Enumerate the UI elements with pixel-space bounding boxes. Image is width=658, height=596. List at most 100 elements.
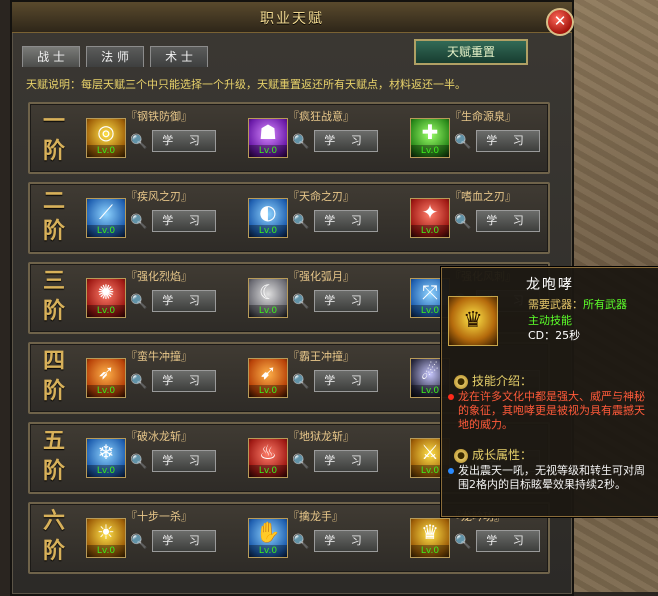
talent-skill: 『擒龙手』 ✋ Lv.0 🔍 学 习	[244, 508, 400, 568]
tier-label: 四阶	[34, 346, 74, 406]
window-titlebar[interactable]: 职业天赋	[12, 2, 572, 33]
tooltip-weapon-label: 需要武器：	[528, 298, 583, 311]
tab-warrior[interactable]: 战 士	[22, 46, 80, 67]
blue-bullet-icon	[448, 468, 454, 474]
learn-button[interactable]: 学 习	[476, 210, 540, 232]
tier-label-numeral: 五	[42, 428, 65, 454]
tier-label-suffix: 阶	[42, 298, 65, 324]
tier-label-suffix: 阶	[42, 538, 65, 564]
hell-dragon-icon[interactable]: ♨ Lv.0	[248, 438, 288, 478]
magnifier-icon[interactable]: 🔍	[292, 374, 309, 390]
magnifier-icon[interactable]: 🔍	[292, 214, 309, 230]
magnifier-icon[interactable]: 🔍	[454, 134, 471, 150]
learn-button[interactable]: 学 习	[314, 530, 378, 552]
magnifier-icon[interactable]: 🔍	[130, 294, 147, 310]
magnifier-icon[interactable]: 🔍	[454, 534, 471, 550]
skill-name: 『生命源泉』	[450, 110, 516, 123]
skill-glyph: ❄	[97, 440, 115, 464]
tooltip-intro-body: 龙在许多文化中都是强大、威严与神秘的象征，其咆哮更是被视为具有震撼天地的威力。	[458, 390, 645, 431]
talent-skill: 『天命之刃』 ◐ Lv.0 🔍 学 习	[244, 188, 400, 248]
flame-icon[interactable]: ✺ Lv.0	[86, 278, 126, 318]
learn-button[interactable]: 学 习	[314, 290, 378, 312]
skill-level: Lv.0	[249, 225, 287, 237]
skill-glyph: ➶	[97, 360, 115, 384]
ice-dragon-icon[interactable]: ❄ Lv.0	[86, 438, 126, 478]
talent-skill: 『蛮牛冲撞』 ➶ Lv.0 🔍 学 习	[82, 348, 238, 408]
magnifier-icon[interactable]: 🔍	[130, 214, 147, 230]
bull-charge-icon[interactable]: ➶ Lv.0	[86, 358, 126, 398]
tier-label: 六阶	[34, 506, 74, 566]
fate-blade-icon[interactable]: ◐ Lv.0	[248, 198, 288, 238]
skill-name: 『嗜血之刃』	[450, 190, 516, 203]
learn-button[interactable]: 学 习	[314, 210, 378, 232]
magnifier-icon[interactable]: 🔍	[130, 454, 147, 470]
tooltip-weapon-value: 所有武器	[583, 298, 627, 311]
talent-skill: 『地狱龙斩』 ♨ Lv.0 🔍 学 习	[244, 428, 400, 488]
learn-button[interactable]: 学 习	[152, 450, 216, 472]
red-bullet-icon	[448, 394, 454, 400]
skill-level: Lv.0	[87, 385, 125, 397]
tier-label-suffix: 阶	[42, 138, 65, 164]
wind-blade-icon[interactable]: ⟋ Lv.0	[86, 198, 126, 238]
dragon-grab-icon[interactable]: ✋ Lv.0	[248, 518, 288, 558]
tab-mage[interactable]: 法 师	[86, 46, 144, 67]
warrior-aura-icon[interactable]: ☗ Lv.0	[248, 118, 288, 158]
skill-glyph: ✺	[97, 280, 115, 304]
blood-blade-icon[interactable]: ✦ Lv.0	[410, 198, 450, 238]
talent-skill: 『嗜血之刃』 ✦ Lv.0 🔍 学 习	[406, 188, 562, 248]
tab-sorcerer[interactable]: 术 士	[150, 46, 208, 67]
skill-level: Lv.0	[87, 145, 125, 157]
magnifier-icon[interactable]: 🔍	[292, 294, 309, 310]
life-spring-icon[interactable]: ✚ Lv.0	[410, 118, 450, 158]
learn-button[interactable]: 学 习	[152, 210, 216, 232]
overlord-charge-icon[interactable]: ➹ Lv.0	[248, 358, 288, 398]
talent-skill: 『疯狂战意』 ☗ Lv.0 🔍 学 习	[244, 108, 400, 168]
tooltip-growth-heading-label: 成长属性：	[472, 448, 533, 462]
talent-skill: 『钢铁防御』 ◎ Lv.0 🔍 学 习	[82, 108, 238, 168]
tier-label: 一阶	[34, 106, 74, 166]
tier-label-numeral: 二	[42, 188, 65, 214]
talent-skill: 『强化弧月』 ☾ Lv.0 🔍 学 习	[244, 268, 400, 328]
skill-name: 『天命之刃』	[288, 190, 354, 203]
magnifier-icon[interactable]: 🔍	[130, 534, 147, 550]
skill-glyph: ☾	[259, 280, 277, 304]
learn-button[interactable]: 学 习	[314, 130, 378, 152]
skill-level: Lv.0	[249, 385, 287, 397]
tooltip-skill-type: 主动技能	[528, 314, 572, 327]
tier-label-suffix: 阶	[42, 458, 65, 484]
learn-button[interactable]: 学 习	[152, 290, 216, 312]
skill-tooltip: 龙咆哮 ♛ 需要武器：所有武器 主动技能 CD：25秒 ● 技能介绍： 龙在许多文…	[441, 267, 658, 517]
learn-button[interactable]: 学 习	[152, 530, 216, 552]
crescent-icon[interactable]: ☾ Lv.0	[248, 278, 288, 318]
shield-icon[interactable]: ◎ Lv.0	[86, 118, 126, 158]
tier-label: 二阶	[34, 186, 74, 246]
magnifier-icon[interactable]: 🔍	[130, 374, 147, 390]
tooltip-weapon: 需要武器：所有武器	[528, 296, 627, 312]
tooltip-growth-heading: ● 成长属性：	[454, 446, 532, 463]
learn-button[interactable]: 学 习	[314, 450, 378, 472]
skill-level: Lv.0	[411, 545, 449, 557]
learn-button[interactable]: 学 习	[314, 370, 378, 392]
tier-label-numeral: 三	[42, 268, 65, 294]
learn-button[interactable]: 学 习	[476, 530, 540, 552]
skill-name: 『疾风之刃』	[126, 190, 192, 203]
skill-level: Lv.0	[87, 225, 125, 237]
ten-step-slash-icon[interactable]: ☀ Lv.0	[86, 518, 126, 558]
skill-glyph: ◐	[259, 200, 277, 224]
talent-description: 天赋说明：每层天赋三个中只能选择一个升级，天赋重置返还所有天赋点，材料返还一半。	[26, 78, 466, 91]
dragon-roar-icon[interactable]: ♛ Lv.0	[410, 518, 450, 558]
window-title: 职业天赋	[260, 11, 324, 27]
learn-button[interactable]: 学 习	[476, 130, 540, 152]
learn-button[interactable]: 学 习	[152, 130, 216, 152]
magnifier-icon[interactable]: 🔍	[454, 214, 471, 230]
magnifier-icon[interactable]: 🔍	[292, 534, 309, 550]
talent-reset-button[interactable]: 天赋重置	[414, 39, 528, 65]
magnifier-icon[interactable]: 🔍	[292, 134, 309, 150]
magnifier-icon[interactable]: 🔍	[292, 454, 309, 470]
close-button[interactable]: ✕	[546, 8, 574, 36]
learn-button[interactable]: 学 习	[152, 370, 216, 392]
skill-glyph: ◎	[97, 120, 115, 144]
magnifier-icon[interactable]: 🔍	[130, 134, 147, 150]
skill-glyph: ➹	[259, 360, 277, 384]
skill-level: Lv.0	[249, 465, 287, 477]
